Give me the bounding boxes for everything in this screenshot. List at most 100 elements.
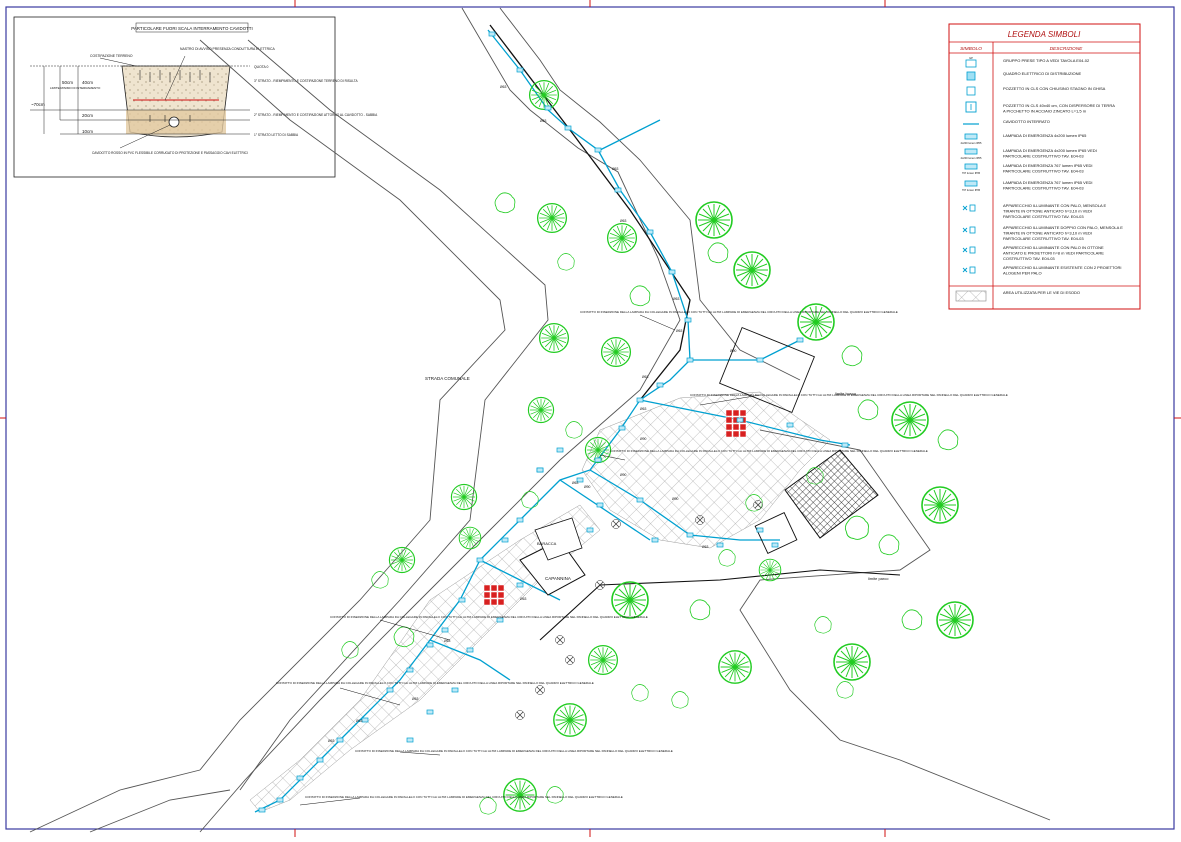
lamp-marker-icon xyxy=(646,229,654,235)
lamp-marker-icon xyxy=(618,425,626,431)
conduit-diameter-label: Ø90 xyxy=(620,473,627,477)
lamp-marker-icon xyxy=(756,357,764,363)
tree-icon xyxy=(494,192,516,214)
lamp-marker-icon xyxy=(796,337,804,343)
label-baracca: BARACCA xyxy=(537,541,557,546)
tree-icon xyxy=(606,222,638,254)
tree-icon xyxy=(521,491,539,509)
lamp-marker-icon xyxy=(426,642,434,648)
conduit-diameter-label: Ø63 xyxy=(356,719,363,723)
conduit-diameter-label: Ø63 xyxy=(620,219,627,223)
lamp-marker-icon xyxy=(596,502,604,508)
conduit-diameter-label: Ø63 xyxy=(673,297,680,301)
tree-icon xyxy=(458,526,482,550)
lamp-marker-icon xyxy=(594,457,602,463)
legend-symbol-label: 4x200 lumen IP65 xyxy=(961,156,982,160)
tree-icon xyxy=(528,79,560,111)
lamp-marker-icon xyxy=(536,467,544,473)
dim-40: 40cm xyxy=(82,80,93,85)
legend-panel: LEGENDA SIMBOLI SIMBOLO DESCRIZIONE GP GR… xyxy=(948,23,1141,310)
emergency-lamp-icon xyxy=(964,148,978,155)
lamp-marker-icon xyxy=(441,627,449,633)
tree-icon xyxy=(371,571,389,589)
tree-icon xyxy=(689,599,711,621)
label-strada-comunale: STRADA COMUNALE xyxy=(425,376,470,381)
tree-icon xyxy=(718,650,752,684)
lamp-marker-icon xyxy=(406,667,414,673)
legend-symbol-label: GP xyxy=(969,56,973,60)
lamp-marker-icon xyxy=(406,737,414,743)
lamp-marker-icon xyxy=(276,797,284,803)
conduit-diameter-label: Ø63 xyxy=(540,119,547,123)
plaza-area xyxy=(581,391,831,549)
escape-area-icon xyxy=(955,290,987,302)
tree-icon xyxy=(891,401,929,439)
legend-description: PARTICOLARE COSTRUTTIVO TAV. E04-03 xyxy=(1003,214,1084,219)
tree-icon xyxy=(936,601,974,639)
note-5: CONTATTO DI INSERZIONE DELLA LAMPADA DA … xyxy=(276,681,594,685)
legend-description: PARTICOLARE COSTRUTTIVO TAV. E04-03 xyxy=(1003,168,1084,173)
lower-left-road-b xyxy=(89,789,231,833)
lamp-marker-icon xyxy=(386,687,394,693)
legend-description: CAVIDOTTO INTERRATO xyxy=(1003,119,1050,124)
map-notes: CONTATTO DI INSERZIONE DELLA LAMPADA DA … xyxy=(276,310,1008,799)
legend-description: APPARECCHIO ILLUMINANTE ESISTENTE CON 2 … xyxy=(1003,265,1122,270)
conduit-diameter-label: Ø63 xyxy=(500,85,507,89)
lamp-marker-icon xyxy=(686,357,694,363)
label-warning-tape: NASTRO DI AVVISO PRESENZA CONDUTTURA ELE… xyxy=(180,47,275,51)
tree-icon xyxy=(450,483,478,511)
tree-icon xyxy=(841,345,863,367)
legend-description: AREA UTILIZZATA PER LE VIE DI ESODO xyxy=(1003,290,1080,295)
conduit-diameter-label: Ø63 xyxy=(702,545,709,549)
legend-description: PARTICOLARE COSTRUTTIVO TAV. E04-03 xyxy=(1003,185,1084,190)
tree-icon xyxy=(553,703,587,737)
conduit-diameter-label: Ø63 xyxy=(328,739,335,743)
tree-icon xyxy=(631,684,649,702)
legend-symbol-label: 4x200 lumen IP65 xyxy=(961,141,982,145)
tree-icon xyxy=(527,396,555,424)
tree-icon xyxy=(611,581,649,619)
tree-icon xyxy=(707,242,729,264)
legend-description: TIRANTE IN OTTONE ANTICATO h=3,10 m VEDI xyxy=(1003,208,1092,213)
tree-icon xyxy=(733,251,771,289)
conduit-diameter-label: Ø63 xyxy=(612,167,619,171)
tree-icon xyxy=(878,534,900,556)
legend-description: POZZETTO IN CLS 40x40 cm, CON DISPERSORE… xyxy=(1003,103,1115,108)
legend-description: ALOGENI PER PALO xyxy=(1003,270,1042,275)
lamp-marker-icon xyxy=(614,187,622,193)
lower-left-road xyxy=(29,769,201,833)
tree-icon xyxy=(629,285,651,307)
tree-icon xyxy=(857,399,879,421)
conduit-diameter-label: Ø63 xyxy=(444,639,451,643)
legend-symbol-label: 767 lumen IP65 xyxy=(962,171,981,175)
tree-icon xyxy=(536,202,568,234)
legend-description: LAMPADA DI EMERGENZA 767 lumen IP65 VEDI xyxy=(1003,180,1093,185)
lamp-marker-icon xyxy=(336,737,344,743)
tree-icon xyxy=(388,546,416,574)
label-layer2: 2° STRATO - RIEMPIMENTO E COSTIPAZIONE A… xyxy=(254,113,378,117)
tree-icon xyxy=(833,643,871,681)
note-1: CONTATTO DI INSERZIONE DELLA LAMPADA DA … xyxy=(580,310,898,314)
power-line xyxy=(489,24,691,401)
label-quota: QUOTA 0 xyxy=(254,65,269,69)
conduit-diameter-label: Ø63 xyxy=(412,697,419,701)
legend-description: TIRANTE IN OTTONE ANTICATO h=3,10 m VEDI xyxy=(1003,230,1092,235)
tree-icon xyxy=(538,322,570,354)
conduit-diameter-label: Ø63 xyxy=(520,597,527,601)
lamp-marker-icon xyxy=(476,557,484,563)
lamp-marker-icon xyxy=(258,807,266,813)
lamp-marker-icon xyxy=(488,31,496,37)
lamp-marker-icon xyxy=(771,542,779,548)
lamp-marker-icon xyxy=(544,105,552,111)
dim-20: 20cm xyxy=(82,113,93,118)
switchboard-icon xyxy=(966,71,976,81)
lamp-marker-icon xyxy=(651,537,659,543)
legend-description: PARTICOLARE COSTRUTTIVO TAV. E04-03 xyxy=(1003,236,1084,241)
legend-description: APPARECCHIO ILLUMINANTE DOPPIO CON PALO,… xyxy=(1003,225,1123,230)
tree-icon xyxy=(836,681,854,699)
legend-col-symbol: SIMBOLO xyxy=(960,46,982,52)
lamp-marker-icon xyxy=(564,125,572,131)
lamp-marker-icon xyxy=(516,67,524,73)
lamp-marker-icon xyxy=(656,382,664,388)
legend-description: LAMPADA DI EMERGENZA 4x200 lumen IP65 VE… xyxy=(1003,148,1097,153)
